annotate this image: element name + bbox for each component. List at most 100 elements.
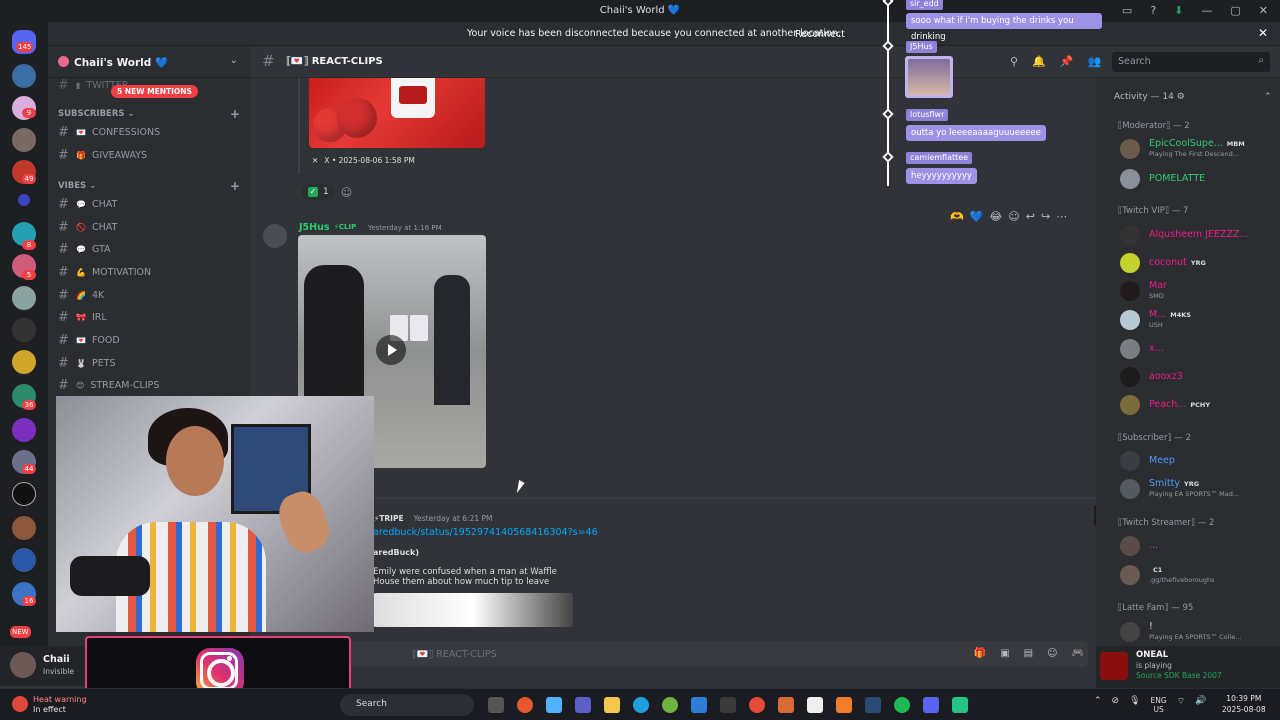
reconnect-button[interactable]: Reconnect (788, 26, 852, 42)
server-icon[interactable] (12, 64, 36, 88)
avatar[interactable] (10, 652, 36, 678)
more-icon[interactable]: ⋯ (1056, 210, 1067, 223)
store-icon[interactable] (720, 697, 736, 713)
category-vibes[interactable]: VIBES ⌄ + (58, 179, 240, 193)
message-author[interactable]: J5Hus (299, 222, 330, 233)
edge-icon[interactable] (633, 697, 649, 713)
emoji-icon[interactable]: ☺ (1047, 648, 1057, 659)
avatar[interactable] (263, 224, 287, 248)
mute-icon[interactable]: ⊘ (1112, 696, 1120, 714)
avatar (1120, 395, 1140, 415)
inbox-icon[interactable]: ▭ (1122, 4, 1132, 17)
gif-icon[interactable]: ▣ (1000, 648, 1009, 659)
add-channel-icon[interactable]: + (230, 107, 240, 121)
help-icon[interactable]: ? (1150, 4, 1156, 17)
app-icon[interactable] (691, 697, 707, 713)
download-icon[interactable]: ⬇ (1174, 4, 1183, 17)
app-icon[interactable] (836, 697, 852, 713)
folder-icon[interactable] (18, 194, 30, 206)
volume-icon[interactable]: 🔊 (1195, 696, 1206, 714)
channel-irl[interactable]: # 🎀 IRL (58, 308, 107, 326)
folder-icon[interactable] (604, 697, 620, 713)
task-view-icon[interactable] (488, 697, 504, 713)
avatar (1120, 139, 1140, 159)
reply-icon[interactable]: ↩ (1026, 210, 1035, 223)
server-icon[interactable] (12, 482, 36, 506)
server-icon[interactable] (12, 128, 36, 152)
wifi-icon[interactable]: ⌔ (1177, 696, 1185, 714)
close-window-button[interactable]: ✕ (1259, 4, 1268, 17)
laugh-icon[interactable]: 😂 (989, 210, 1002, 223)
channel-chat[interactable]: # 💬 CHAT (58, 195, 117, 213)
add-reaction-icon[interactable]: ☺ (1008, 210, 1019, 223)
gift-icon[interactable]: 🎁 (974, 648, 986, 659)
channel-gta[interactable]: # 💬 GTA (58, 240, 111, 258)
embed-image[interactable] (309, 78, 485, 148)
gamepad-icon[interactable]: 🎮 (1072, 648, 1084, 659)
spotify-icon[interactable] (894, 697, 910, 713)
new-mentions-pill[interactable]: 5 NEW MENTIONS (111, 85, 198, 98)
file-icon[interactable] (807, 697, 823, 713)
steam-icon[interactable] (865, 697, 881, 713)
channel-4k[interactable]: # 🌈 4K (58, 286, 104, 304)
taskbar: Heat warning In effect Search ⌃ ⊘ 🎙 ENG US… (0, 688, 1280, 720)
channel-giveaways[interactable]: # 🎁 GIVEAWAYS (58, 146, 147, 164)
discord-icon[interactable] (923, 697, 939, 713)
channel-motivation[interactable]: # 💪 MOTIVATION (58, 263, 151, 281)
server-icon[interactable] (12, 286, 36, 310)
mention-badge: 8 (22, 240, 36, 250)
server-icon[interactable] (12, 418, 36, 442)
heart-icon[interactable]: 💙 (970, 210, 984, 223)
app-icon[interactable] (546, 697, 562, 713)
activity-header: Activity — 14 ⚙ ⌃ (1114, 92, 1272, 102)
language-indicator[interactable]: ENG US (1151, 696, 1167, 714)
sticker-icon[interactable]: ▤ (1024, 648, 1033, 659)
message-link[interactable]: aredbuck/status/1952974140568416304?s=46 (373, 527, 598, 538)
add-channel-icon[interactable]: + (230, 179, 240, 193)
app-icon[interactable] (952, 697, 968, 713)
server-icon[interactable] (12, 548, 36, 572)
teams-icon[interactable] (575, 697, 591, 713)
embed-image[interactable] (373, 593, 573, 627)
embed-author[interactable]: aredBuck) (373, 548, 583, 557)
gear-icon[interactable]: ⚙ (1177, 92, 1185, 102)
app-icon[interactable] (662, 697, 678, 713)
server-icon[interactable] (12, 318, 36, 342)
minimize-button[interactable]: — (1201, 4, 1212, 17)
category-subscribers[interactable]: SUBSCRIBERS ⌄ + (58, 107, 240, 121)
chevron-up-icon[interactable]: ⌃ (1264, 92, 1272, 102)
weather-warning-icon[interactable] (12, 696, 28, 712)
chrome-icon[interactable] (749, 697, 765, 713)
mention-badge: 44 (22, 464, 36, 474)
taskbar-search[interactable]: Search (340, 694, 474, 716)
server-header[interactable]: Chaii's World 💙 ⌄ (48, 46, 250, 78)
server-icon[interactable] (12, 350, 36, 374)
clock[interactable]: 10:39 PM 2025-08-08 (1222, 693, 1266, 715)
mention-badge: 16 (22, 596, 36, 606)
emoji-icon[interactable]: 🫶 (950, 210, 964, 223)
search-input[interactable]: Search ⌕ (1112, 52, 1270, 72)
chevron-up-icon[interactable]: ⌃ (1094, 696, 1102, 714)
mic-icon[interactable]: 🎙 (1129, 696, 1140, 714)
app-icon[interactable] (517, 697, 533, 713)
play-icon[interactable] (376, 335, 406, 365)
chevron-down-icon[interactable]: ⌄ (230, 55, 238, 66)
message-input[interactable] (260, 641, 1088, 667)
channel-confessions[interactable]: # 💌 CONFESSIONS (58, 123, 160, 141)
close-icon[interactable]: ✕ (1258, 26, 1268, 40)
chat-message: sooo what if i'm buying the drinks you d… (906, 13, 1102, 42)
maximize-button[interactable]: ▢ (1230, 4, 1240, 17)
server-icon[interactable] (12, 516, 36, 540)
taskbar-apps (488, 697, 968, 713)
reaction-check[interactable]: ✓ 1 (302, 184, 335, 200)
game-activity-card[interactable]: ONEAL is playing Source SDK Base 2007 (1096, 646, 1280, 688)
channel-stream-clips[interactable]: # 😊 STREAM-CLIPS (58, 376, 159, 394)
channel-pets[interactable]: # 🐰 PETS (58, 354, 116, 372)
banner-message: Your voice has been disconnected because… (467, 28, 841, 39)
channel-chat-2[interactable]: # 🚫 CHAT (58, 218, 117, 236)
weather-widget[interactable]: Heat warning In effect (33, 695, 87, 715)
app-icon[interactable] (778, 697, 794, 713)
forward-icon[interactable]: ↪ (1041, 210, 1050, 223)
add-reaction-icon[interactable]: ☺ (341, 186, 352, 199)
channel-food[interactable]: # 💌 FOOD (58, 331, 120, 349)
